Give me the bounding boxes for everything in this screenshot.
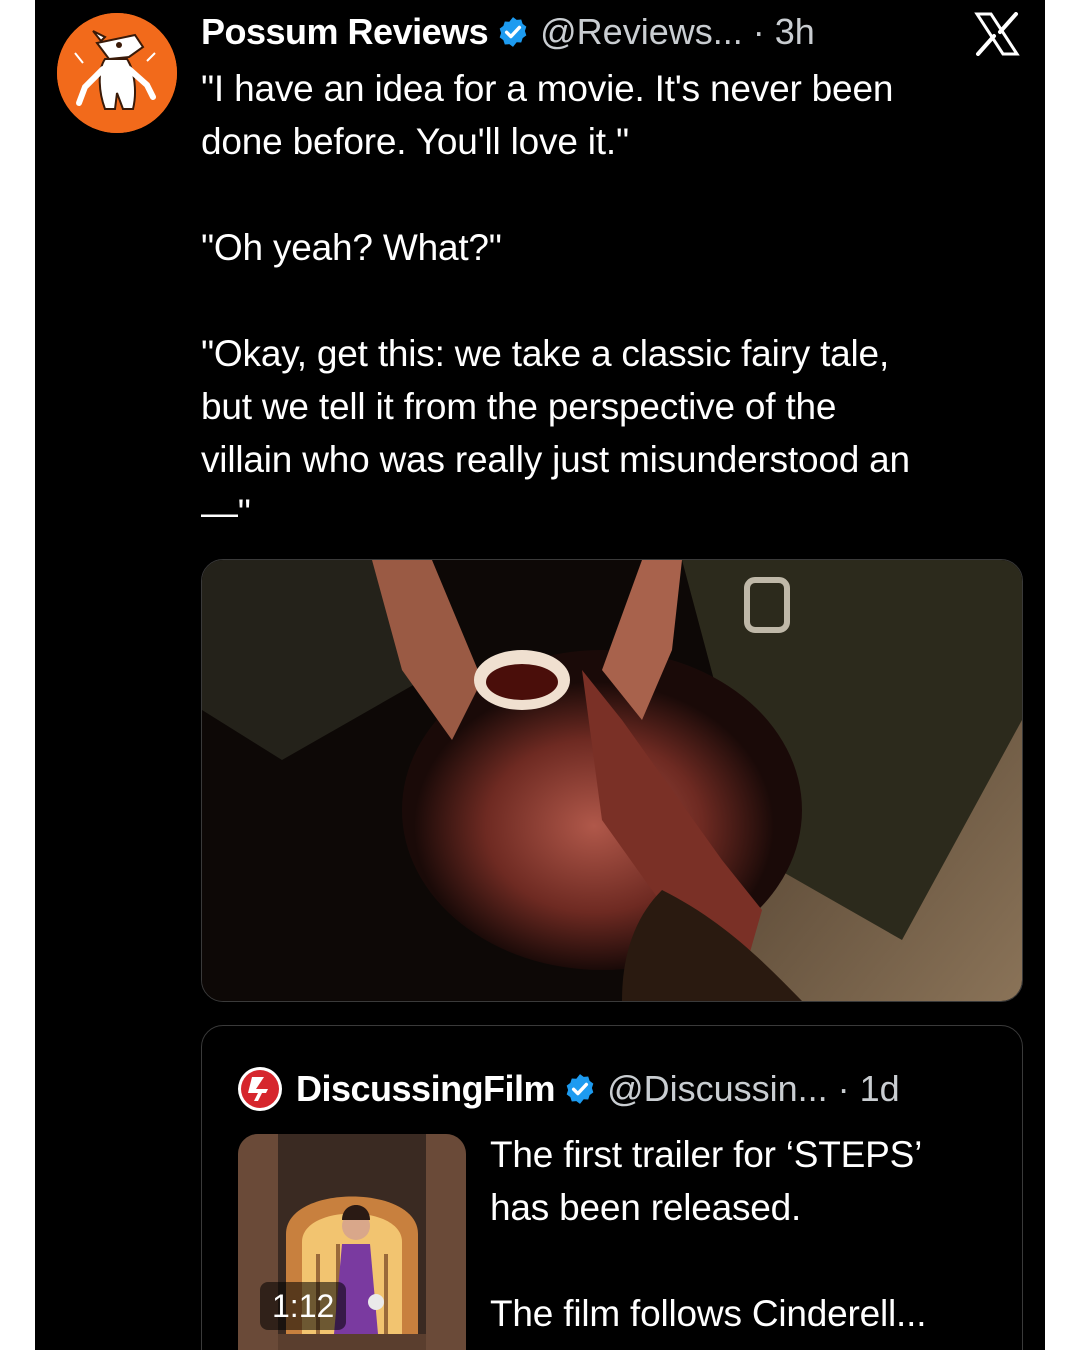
quoted-text-line: has been released. xyxy=(490,1187,802,1228)
tweet-text-line: —" xyxy=(201,492,251,533)
quoted-author-name[interactable]: DiscussingFilm xyxy=(296,1068,556,1110)
tweet-card[interactable]: Possum Reviews @Reviews... · 3h "I have … xyxy=(35,0,1045,1350)
verified-badge-icon xyxy=(563,1072,597,1106)
discussingfilm-logo-icon[interactable] xyxy=(236,1065,284,1113)
x-logo-icon[interactable] xyxy=(973,12,1021,56)
quoted-tweet-card[interactable]: DiscussingFilm @Discussin... · 1d 1:12 T… xyxy=(201,1025,1023,1350)
quoted-video-thumbnail[interactable]: 1:12 xyxy=(238,1134,466,1350)
tweet-media-image[interactable] xyxy=(201,559,1023,1002)
quoted-author-handle-time[interactable]: @Discussin... · 1d xyxy=(607,1068,900,1110)
author-name[interactable]: Possum Reviews xyxy=(201,11,489,53)
verified-badge-icon xyxy=(496,15,530,49)
quoted-text-line: The first trailer for ‘STEPS’ xyxy=(490,1134,923,1175)
quoted-tweet-header: DiscussingFilm @Discussin... · 1d xyxy=(236,1064,996,1114)
quoted-tweet-text: The first trailer for ‘STEPS’ has been r… xyxy=(490,1128,1000,1340)
tweet-text-line: but we tell it from the perspective of t… xyxy=(201,386,837,427)
quoted-text-line: The film follows Cinderell... xyxy=(490,1293,927,1334)
tweet-text-line: "I have an idea for a movie. It's never … xyxy=(201,68,894,109)
author-handle-time[interactable]: @Reviews... · 3h xyxy=(540,11,815,53)
tweet-text: "I have an idea for a movie. It's never … xyxy=(201,62,1021,539)
tweet-text-line: "Oh yeah? What?" xyxy=(201,227,502,268)
tweet-text-line: done before. You'll love it." xyxy=(201,121,629,162)
author-avatar[interactable] xyxy=(57,13,177,133)
tweet-text-line: villain who was really just misunderstoo… xyxy=(201,439,910,480)
video-duration-badge: 1:12 xyxy=(260,1282,347,1330)
tweet-text-line: "Okay, get this: we take a classic fairy… xyxy=(201,333,890,374)
tweet-header: Possum Reviews @Reviews... · 3h xyxy=(201,8,901,56)
